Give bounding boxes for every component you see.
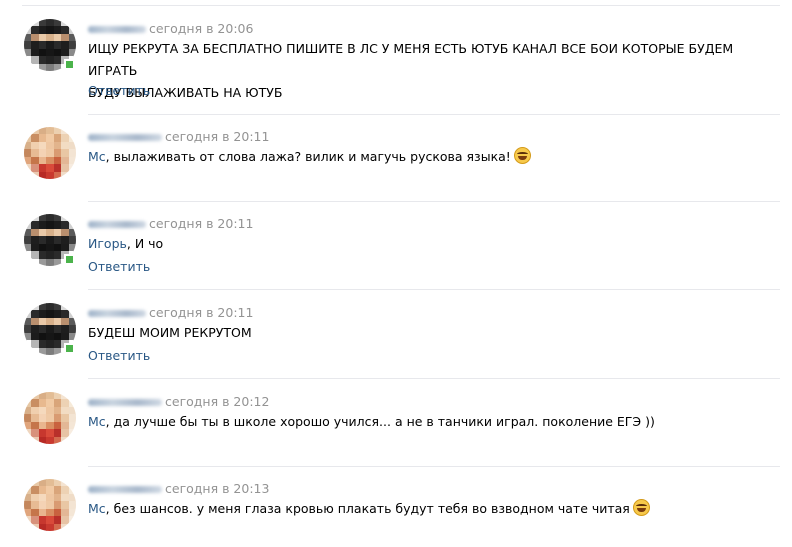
mention-link[interactable]: Мс [88,501,106,516]
comment-text-line: БУДУ ВЫЛАЖИВАТЬ НА ЮТУБ [88,85,283,100]
author-name-blurred[interactable] [88,399,162,406]
comment-text: ИЩУ РЕКРУТА ЗА БЕСПЛАТНО ПИШИТЕ В ЛС У М… [88,38,768,104]
online-indicator [64,254,75,265]
comment-text: Мс, вылаживать от слова лажа? вилик и ма… [88,146,768,168]
comment-text-body: , И чо [126,236,164,251]
comment-time[interactable]: сегодня в 20:11 [149,305,253,320]
comment-header: сегодня в 20:13 [88,481,269,496]
avatar[interactable] [24,392,76,444]
comment-text-line: ИЩУ РЕКРУТА ЗА БЕСПЛАТНО ПИШИТЕ В ЛС У М… [88,41,734,78]
author-name-blurred[interactable] [88,310,146,317]
author-name-blurred[interactable] [88,221,146,228]
comment-text: БУДЕШ МОИМ РЕКРУТОМ [88,322,768,344]
comment-time[interactable]: сегодня в 20:13 [165,481,269,496]
comment-header: сегодня в 20:11 [88,129,269,144]
comment-header: сегодня в 20:06 [88,21,253,36]
comment-header: сегодня в 20:11 [88,216,253,231]
comment-text: Игорь, И чо [88,233,768,255]
comment-time[interactable]: сегодня в 20:06 [149,21,253,36]
reply-button[interactable]: Ответить [88,348,150,363]
comment-text-body: , без шансов. у меня глаза кровью плакат… [105,501,630,516]
avatar[interactable] [24,127,76,179]
comment-time[interactable]: сегодня в 20:11 [149,216,253,231]
comment-header: сегодня в 20:12 [88,394,269,409]
comment-text-body: , да лучше бы ты в школе хорошо учился..… [105,414,655,429]
comment-time[interactable]: сегодня в 20:12 [165,394,269,409]
comment-text: Мс, да лучше бы ты в школе хорошо учился… [88,411,768,433]
avatar-pixel [68,171,76,179]
comment-text-body: , вылаживать от слова лажа? вилик и магу… [105,149,511,164]
avatar[interactable] [24,479,76,531]
comment-divider [88,289,780,290]
avatar-pixel [68,523,76,531]
comment-divider [88,466,780,467]
author-name-blurred[interactable] [88,134,162,141]
comment-divider [88,378,780,379]
comment-text: Мс, без шансов. у меня глаза кровью плак… [88,498,768,520]
reply-button[interactable]: Ответить [88,259,150,274]
laughing-emoji-icon [632,499,650,516]
comment-divider [88,114,780,115]
online-indicator [64,343,75,354]
reply-button[interactable]: Ответить [88,83,150,98]
mention-link[interactable]: Мс [88,149,106,164]
author-name-blurred[interactable] [88,486,162,493]
mention-link[interactable]: Игорь [88,236,127,251]
comment-header: сегодня в 20:11 [88,305,253,320]
comment-time[interactable]: сегодня в 20:11 [165,129,269,144]
avatar-pixel [68,436,76,444]
comment-divider [88,201,780,202]
laughing-emoji-icon [513,147,531,164]
comment-text-body: БУДЕШ МОИМ РЕКРУТОМ [88,325,252,340]
author-name-blurred[interactable] [88,26,146,33]
top-divider [22,5,780,6]
online-indicator [64,59,75,70]
mention-link[interactable]: Мс [88,414,106,429]
